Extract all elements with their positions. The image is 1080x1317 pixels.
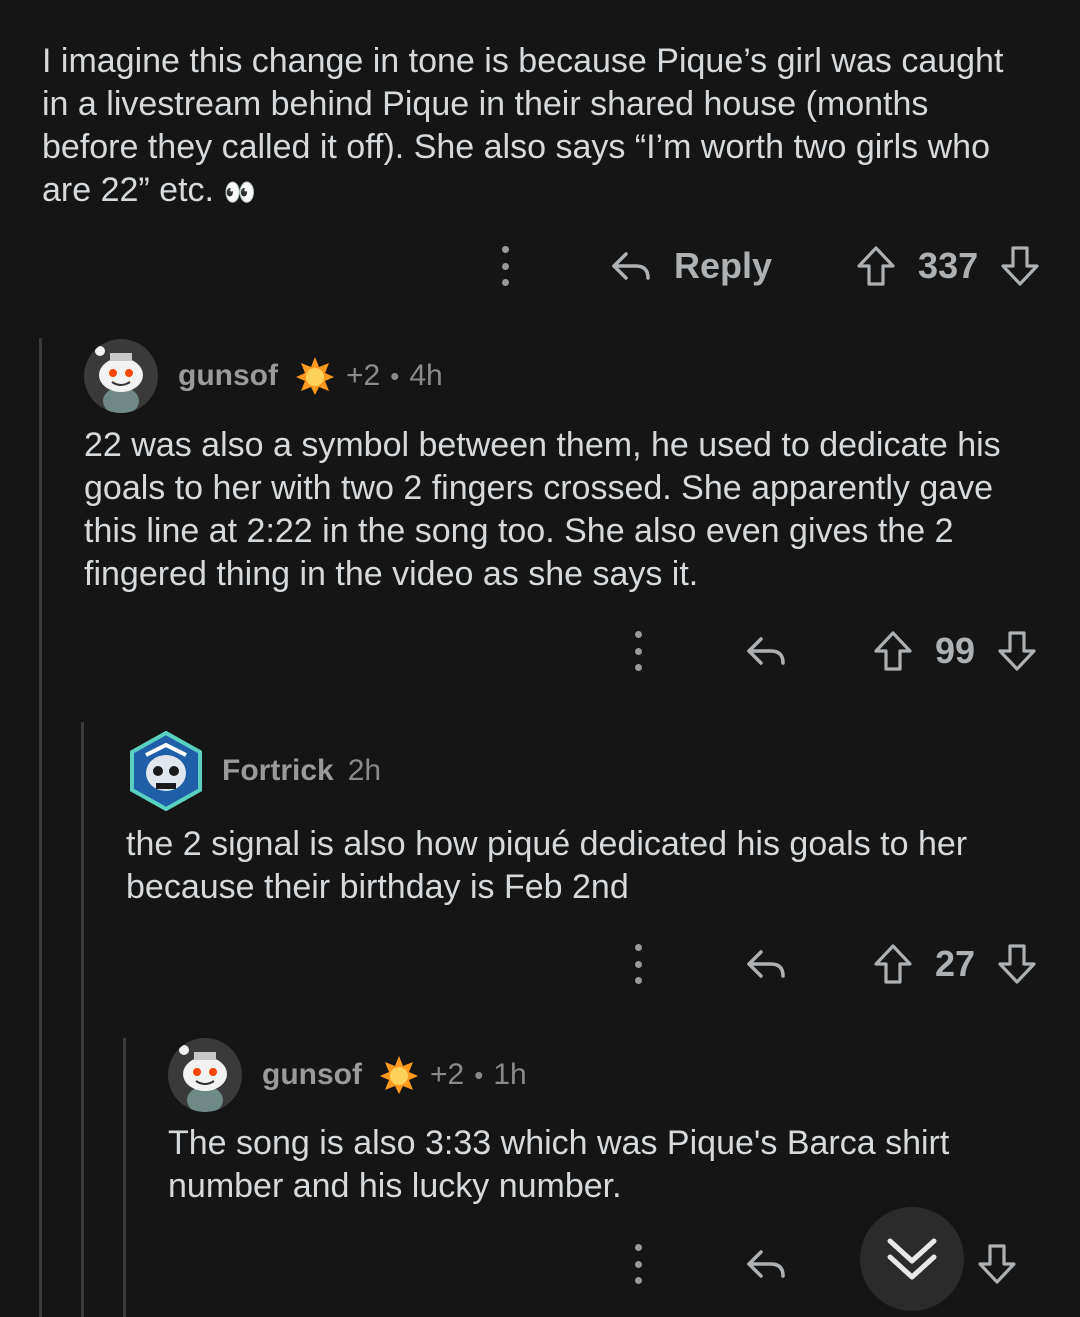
downvote-icon[interactable] [997,943,1037,985]
upvote-icon[interactable] [873,943,913,985]
comment-age: 2h [347,754,382,787]
award-icon [379,1056,418,1094]
comment-header: gunsof +2 • 4h [84,339,443,413]
comment-body: The song is also 3:33 which was Pique's … [168,1124,950,1205]
comment-body: 22 was also a symbol between them, he us… [84,426,1001,593]
comment-actions: 99 [631,628,1037,674]
reply-icon[interactable] [745,946,787,982]
next-comment-button[interactable] [860,1207,964,1311]
comment-age: 1h [493,1058,527,1091]
parent-comment-actions: Reply 337 [498,243,1040,289]
reply-icon[interactable] [745,1246,787,1282]
upvote-icon[interactable] [873,630,913,672]
upvote-icon[interactable] [856,245,896,287]
separator-dot: • [390,360,400,391]
award-icon [295,357,334,395]
vote-count: 337 [918,245,979,286]
separator-dot: • [474,1059,484,1090]
thread-line[interactable] [123,1038,126,1317]
downvote-icon[interactable] [977,1243,1017,1285]
thread-line[interactable] [39,338,42,1317]
thread-line[interactable] [81,722,84,1317]
reply-button[interactable]: Reply [674,245,772,287]
comment-text: I imagine this change in tone is because… [42,42,1004,209]
reply-icon[interactable] [745,633,787,669]
username[interactable]: gunsof [262,1058,362,1092]
user-karma: +2 [345,359,381,392]
avatar[interactable] [126,730,206,812]
double-chevron-down-icon [887,1238,937,1280]
comment-actions: 27 [631,941,1037,987]
comment-body: the 2 signal is also how piqué dedicated… [126,825,968,906]
comment-age: 4h [409,359,443,392]
vote-count: 99 [935,630,976,671]
vote-count: 27 [935,943,976,984]
parent-comment-body: I imagine this change in tone is because… [42,40,1032,214]
eyes-emoji: 👀 [223,177,256,207]
comment-header: gunsof +2 • 1h [168,1038,527,1112]
downvote-icon[interactable] [997,630,1037,672]
more-options-icon[interactable] [498,246,512,286]
more-options-icon[interactable] [631,631,645,671]
more-options-icon[interactable] [631,944,645,984]
username[interactable]: Fortrick [222,754,334,788]
downvote-icon[interactable] [1000,245,1040,287]
username[interactable]: gunsof [178,359,278,393]
comment-header: Fortrick 2h [126,730,382,812]
more-options-icon[interactable] [631,1244,645,1284]
user-karma: +2 [429,1058,465,1091]
avatar[interactable] [84,339,158,413]
avatar[interactable] [168,1038,242,1112]
reply-icon[interactable] [610,248,652,284]
